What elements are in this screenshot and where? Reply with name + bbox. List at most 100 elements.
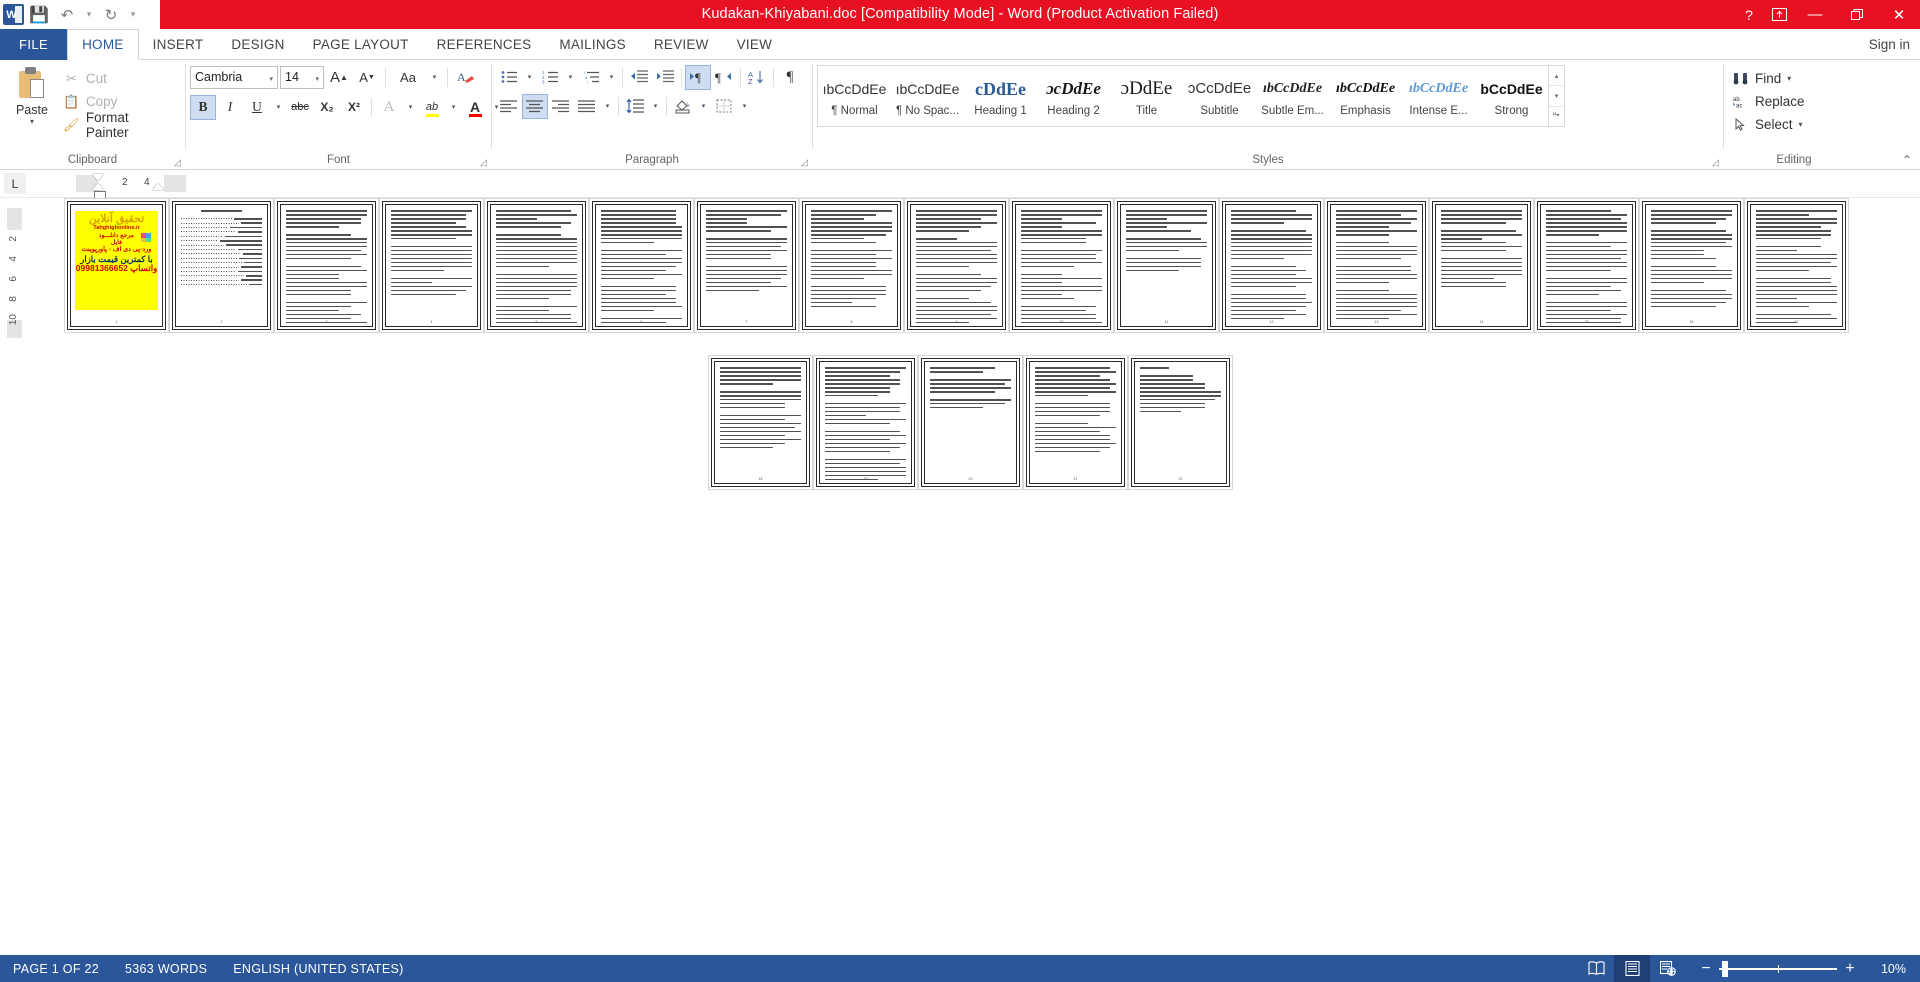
tab-stop-selector[interactable]: L: [4, 173, 26, 194]
font-size-dropdown-icon[interactable]: ▾: [315, 75, 319, 83]
style-heading1[interactable]: cDdEe Heading 1: [964, 66, 1037, 126]
word-count[interactable]: 5363 WORDS: [112, 955, 220, 982]
style-subtitle[interactable]: ɔCcDdEe Subtitle: [1183, 66, 1256, 126]
tab-mailings[interactable]: MAILINGS: [545, 29, 640, 60]
style-strong[interactable]: bCcDdEe Strong: [1475, 66, 1548, 126]
shading-dropdown-icon[interactable]: ▾: [696, 94, 711, 119]
clear-formatting-button[interactable]: A: [453, 65, 479, 90]
page-thumbnail[interactable]: 8: [799, 198, 904, 333]
page-thumbnail[interactable]: 22: [1128, 355, 1233, 490]
page-thumbnail[interactable]: 21: [1023, 355, 1128, 490]
text-effects-button[interactable]: A: [376, 95, 402, 120]
font-name-input[interactable]: Cambria ▾: [190, 65, 278, 89]
horizontal-ruler[interactable]: 2 4: [76, 174, 186, 200]
tab-page-layout[interactable]: PAGE LAYOUT: [299, 29, 423, 60]
underline-button[interactable]: U: [244, 95, 270, 120]
page-thumbnail[interactable]: 2: [169, 198, 274, 333]
zoom-in-button[interactable]: +: [1844, 960, 1856, 976]
zoom-out-button[interactable]: −: [1700, 960, 1712, 976]
styles-scroll-up-icon[interactable]: ▴: [1549, 66, 1564, 85]
line-spacing-dropdown-icon[interactable]: ▾: [648, 94, 663, 119]
restore-button[interactable]: [1836, 0, 1878, 29]
tab-file[interactable]: FILE: [0, 29, 68, 60]
document-canvas[interactable]: 2 4 6 8 10 تحقیق آنلاین Tahghighonline.ir…: [0, 198, 1920, 978]
style-title[interactable]: ɔDdEe Title: [1110, 66, 1183, 126]
collapse-ribbon-icon[interactable]: ⌃: [1902, 153, 1912, 167]
clipboard-dialog-launcher[interactable]: ◿: [172, 157, 183, 168]
align-right-button[interactable]: [548, 94, 574, 119]
style-nospacing[interactable]: ıbCcDdEe ¶ No Spac...: [891, 66, 964, 126]
bullets-dropdown-icon[interactable]: ▾: [522, 65, 537, 90]
italic-button[interactable]: I: [217, 95, 243, 120]
numbering-button[interactable]: 123: [537, 65, 563, 90]
page-thumbnail[interactable]: 7: [694, 198, 799, 333]
close-button[interactable]: ✕: [1878, 0, 1920, 29]
page-indicator[interactable]: PAGE 1 OF 22: [0, 955, 112, 982]
page-thumbnail[interactable]: 14: [1429, 198, 1534, 333]
justify-dropdown-icon[interactable]: ▾: [600, 94, 615, 119]
page-thumbnail[interactable]: 13: [1324, 198, 1429, 333]
change-case-button[interactable]: Aa: [391, 65, 425, 90]
decrease-indent-button[interactable]: [626, 65, 652, 90]
format-painter-button[interactable]: 🖌 Format Painter: [60, 110, 181, 140]
borders-dropdown-icon[interactable]: ▾: [737, 94, 752, 119]
web-layout-view-button[interactable]: [1650, 955, 1686, 982]
print-layout-view-button[interactable]: [1614, 955, 1650, 982]
first-line-indent-marker[interactable]: [92, 174, 104, 181]
language-indicator[interactable]: ENGLISH (UNITED STATES): [220, 955, 416, 982]
highlight-dropdown-icon[interactable]: ▾: [446, 95, 461, 120]
change-case-dropdown-icon[interactable]: ▾: [427, 65, 442, 90]
align-center-button[interactable]: [522, 93, 548, 119]
styles-dialog-launcher[interactable]: ◿: [1710, 157, 1721, 168]
zoom-thumb[interactable]: [1722, 960, 1728, 977]
underline-dropdown-icon[interactable]: ▾: [271, 95, 286, 120]
find-dropdown-icon[interactable]: ▾: [1787, 74, 1791, 83]
bullets-button[interactable]: [496, 65, 522, 90]
numbering-dropdown-icon[interactable]: ▾: [563, 65, 578, 90]
find-button[interactable]: Find ▾: [1728, 67, 1795, 90]
strikethrough-button[interactable]: abc: [287, 95, 313, 120]
select-dropdown-icon[interactable]: ▾: [1799, 120, 1803, 129]
minimize-button[interactable]: —: [1794, 0, 1836, 29]
page-thumbnail[interactable]: 6: [589, 198, 694, 333]
help-icon[interactable]: ?: [1734, 0, 1764, 29]
bold-button[interactable]: B: [190, 94, 216, 120]
text-effects-dropdown-icon[interactable]: ▾: [403, 95, 418, 120]
styles-more-icon[interactable]: ⎶▾: [1549, 105, 1564, 126]
style-subtleem[interactable]: ıbCcDdEe Subtle Em...: [1256, 66, 1329, 126]
paste-button[interactable]: Paste ▾: [4, 63, 60, 126]
font-name-dropdown-icon[interactable]: ▾: [269, 75, 273, 83]
shading-button[interactable]: [670, 94, 696, 119]
page-thumbnail[interactable]: 10: [1009, 198, 1114, 333]
read-mode-view-button[interactable]: [1578, 955, 1614, 982]
styles-gallery[interactable]: ıbCcDdEe ¶ Normal ıbCcDdEe ¶ No Spac... cDdE…: [817, 65, 1549, 127]
rtl-text-direction-button[interactable]: ¶: [711, 65, 737, 90]
sign-in-link[interactable]: Sign in: [1869, 29, 1910, 60]
tab-references[interactable]: REFERENCES: [423, 29, 546, 60]
line-spacing-button[interactable]: [622, 94, 648, 119]
ribbon-display-options-icon[interactable]: [1764, 0, 1794, 29]
multilevel-dropdown-icon[interactable]: ▾: [604, 65, 619, 90]
page-thumbnail[interactable]: 19: [813, 355, 918, 490]
show-formatting-marks-button[interactable]: ¶: [777, 65, 803, 90]
increase-indent-button[interactable]: [652, 65, 678, 90]
page-thumbnail[interactable]: 11: [1114, 198, 1219, 333]
zoom-level-label[interactable]: 10%: [1868, 962, 1920, 976]
page-thumbnail[interactable]: تحقیق آنلاین Tahghighonline.ir مرجع دانلــ…: [64, 198, 169, 333]
tab-design[interactable]: DESIGN: [217, 29, 298, 60]
tab-insert[interactable]: INSERT: [139, 29, 218, 60]
shrink-font-button[interactable]: A ▼: [354, 65, 380, 90]
grow-font-button[interactable]: A ▲: [326, 65, 352, 90]
page-thumbnail[interactable]: 12: [1219, 198, 1324, 333]
styles-scrollbar[interactable]: ▴ ▾ ⎶▾: [1549, 65, 1565, 127]
style-normal[interactable]: ıbCcDdEe ¶ Normal: [818, 66, 891, 126]
align-left-button[interactable]: [496, 94, 522, 119]
zoom-slider[interactable]: − +: [1686, 960, 1868, 977]
ltr-text-direction-button[interactable]: ¶: [685, 64, 711, 90]
page-thumbnail[interactable]: 3: [274, 198, 379, 333]
superscript-button[interactable]: X²: [341, 95, 367, 120]
page-thumbnail[interactable]: 4: [379, 198, 484, 333]
multilevel-list-button[interactable]: 1ai: [578, 65, 604, 90]
paragraph-dialog-launcher[interactable]: ◿: [799, 157, 810, 168]
font-size-input[interactable]: 14 ▾: [280, 65, 324, 89]
